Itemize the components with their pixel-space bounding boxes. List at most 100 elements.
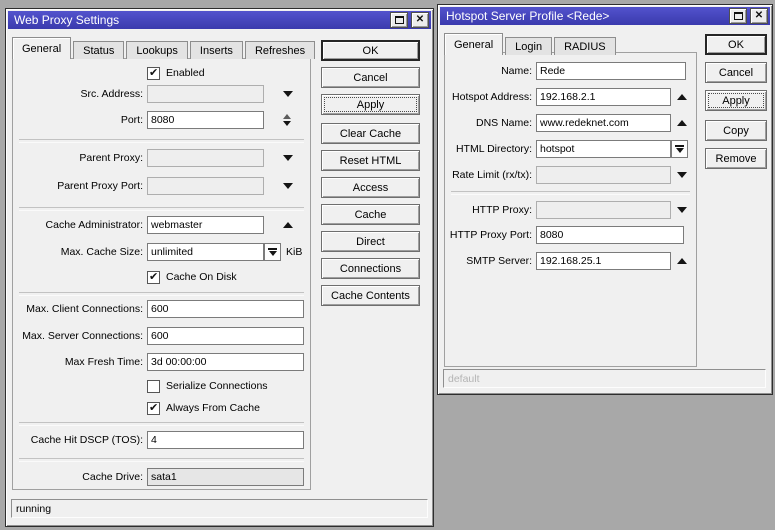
copy-button[interactable]: Copy <box>705 120 767 141</box>
reset-html-button[interactable]: Reset HTML <box>321 150 420 171</box>
name-label: Name: <box>501 65 532 77</box>
rate-limit-combo[interactable] <box>536 166 671 184</box>
smtp-server-collapse[interactable] <box>677 258 687 264</box>
general-tab-panel: Enabled Src. Address: Port: Parent Proxy… <box>12 58 311 490</box>
name-row: Name: <box>445 62 696 80</box>
direct-button[interactable]: Direct <box>321 231 420 252</box>
port-spinner[interactable] <box>283 114 291 126</box>
tab-lookups[interactable]: Lookups <box>126 41 188 59</box>
dns-name-label: DNS Name: <box>475 117 532 129</box>
http-proxy-port-input[interactable] <box>536 226 684 244</box>
smtp-server-row: SMTP Server: <box>445 252 696 270</box>
dns-name-row: DNS Name: <box>445 114 696 132</box>
maximize-button[interactable] <box>729 8 747 24</box>
maximize-icon <box>394 16 404 24</box>
smtp-server-input[interactable] <box>536 252 671 270</box>
chevron-down-icon <box>675 148 684 153</box>
max-cache-size-list-button[interactable] <box>264 243 281 261</box>
cache-contents-button[interactable]: Cache Contents <box>321 285 420 306</box>
max-server-connections-label: Max. Server Connections: <box>22 330 143 342</box>
maximize-icon <box>733 12 743 20</box>
hotspot-address-input[interactable] <box>536 88 671 106</box>
cancel-button[interactable]: Cancel <box>321 67 420 88</box>
tab-login[interactable]: Login <box>505 37 553 55</box>
http-proxy-row: HTTP Proxy: <box>445 201 696 219</box>
src-address-dropdown[interactable] <box>283 91 293 97</box>
http-proxy-dropdown[interactable] <box>677 207 687 213</box>
cache-button[interactable]: Cache <box>321 204 420 225</box>
html-directory-input[interactable] <box>536 140 671 158</box>
rate-limit-label: Rate Limit (rx/tx): <box>452 169 532 181</box>
close-button[interactable]: ✕ <box>750 8 768 24</box>
hotspot-address-label: Hotspot Address: <box>452 91 532 103</box>
general-tab-panel: Name: Hotspot Address: DNS Name: HTML Di… <box>444 52 697 367</box>
port-input[interactable] <box>147 111 264 129</box>
status-bar: running <box>11 499 428 518</box>
ok-button[interactable]: OK <box>705 34 767 55</box>
src-address-row: Src. Address: <box>13 85 310 103</box>
maximize-button[interactable] <box>390 12 408 28</box>
smtp-server-label: SMTP Server: <box>466 255 532 267</box>
port-row: Port: <box>13 111 310 129</box>
remove-button[interactable]: Remove <box>705 148 767 169</box>
tab-general[interactable]: General <box>12 37 72 59</box>
html-directory-list-button[interactable] <box>671 140 688 158</box>
ok-button[interactable]: OK <box>321 40 420 61</box>
cancel-button[interactable]: Cancel <box>705 62 767 83</box>
rate-limit-dropdown[interactable] <box>677 172 687 178</box>
tab-refreshes[interactable]: Refreshes <box>244 41 316 59</box>
parent-proxy-label: Parent Proxy: <box>79 152 143 164</box>
status-bar: default <box>443 369 766 388</box>
window-title: Hotspot Server Profile <Rede> <box>446 9 610 23</box>
enabled-row: Enabled <box>147 65 310 81</box>
cache-drive-row: Cache Drive: <box>13 468 310 486</box>
name-input[interactable] <box>536 62 686 80</box>
parent-proxy-port-combo[interactable] <box>147 177 264 195</box>
cache-administrator-label: Cache Administrator: <box>45 219 143 231</box>
chevron-down-icon <box>677 207 687 213</box>
apply-button[interactable]: Apply <box>321 94 420 115</box>
max-cache-size-unit: KiB <box>286 246 303 258</box>
access-button[interactable]: Access <box>321 177 420 198</box>
close-icon: ✕ <box>754 10 764 21</box>
web-proxy-settings-window: Web Proxy Settings ✕ General Status Look… <box>5 8 434 527</box>
parent-proxy-combo[interactable] <box>147 149 264 167</box>
cache-on-disk-checkbox[interactable] <box>147 270 160 284</box>
chevron-down-icon <box>677 172 687 178</box>
max-cache-size-input[interactable] <box>147 243 264 261</box>
enabled-checkbox[interactable] <box>147 66 160 80</box>
titlebar[interactable]: Hotspot Server Profile <Rede> ✕ <box>440 7 770 25</box>
separator <box>19 139 304 143</box>
serialize-connections-row: Serialize Connections <box>147 378 310 394</box>
max-fresh-time-input[interactable] <box>147 353 304 371</box>
cache-hit-dscp-input[interactable] <box>147 431 304 449</box>
tab-inserts[interactable]: Inserts <box>189 41 243 59</box>
tab-status[interactable]: Status <box>73 41 125 59</box>
parent-proxy-port-dropdown[interactable] <box>283 183 293 189</box>
tab-radius[interactable]: RADIUS <box>554 37 616 55</box>
src-address-combo[interactable] <box>147 85 264 103</box>
parent-proxy-port-label: Parent Proxy Port: <box>57 180 143 192</box>
serialize-connections-checkbox[interactable] <box>147 379 160 393</box>
http-proxy-combo[interactable] <box>536 201 671 219</box>
max-client-connections-input[interactable] <box>147 300 304 318</box>
dropdown-list-icon <box>268 248 277 250</box>
dns-name-input[interactable] <box>536 114 671 132</box>
hotspot-address-collapse[interactable] <box>677 94 687 100</box>
button-column: OK Cancel Apply Clear Cache Reset HTML A… <box>321 40 420 306</box>
close-button[interactable]: ✕ <box>411 12 429 28</box>
dns-name-collapse[interactable] <box>677 120 687 126</box>
always-from-cache-checkbox[interactable] <box>147 401 160 415</box>
tab-general[interactable]: General <box>444 33 504 55</box>
window-title: Web Proxy Settings <box>14 13 120 27</box>
max-server-connections-input[interactable] <box>147 327 304 345</box>
cache-administrator-input[interactable] <box>147 216 264 234</box>
max-server-connections-row: Max. Server Connections: <box>13 327 310 345</box>
cache-administrator-collapse[interactable] <box>283 222 293 228</box>
chevron-up-icon <box>677 258 687 264</box>
parent-proxy-dropdown[interactable] <box>283 155 293 161</box>
clear-cache-button[interactable]: Clear Cache <box>321 123 420 144</box>
apply-button[interactable]: Apply <box>705 90 767 111</box>
titlebar[interactable]: Web Proxy Settings ✕ <box>8 11 431 29</box>
connections-button[interactable]: Connections <box>321 258 420 279</box>
